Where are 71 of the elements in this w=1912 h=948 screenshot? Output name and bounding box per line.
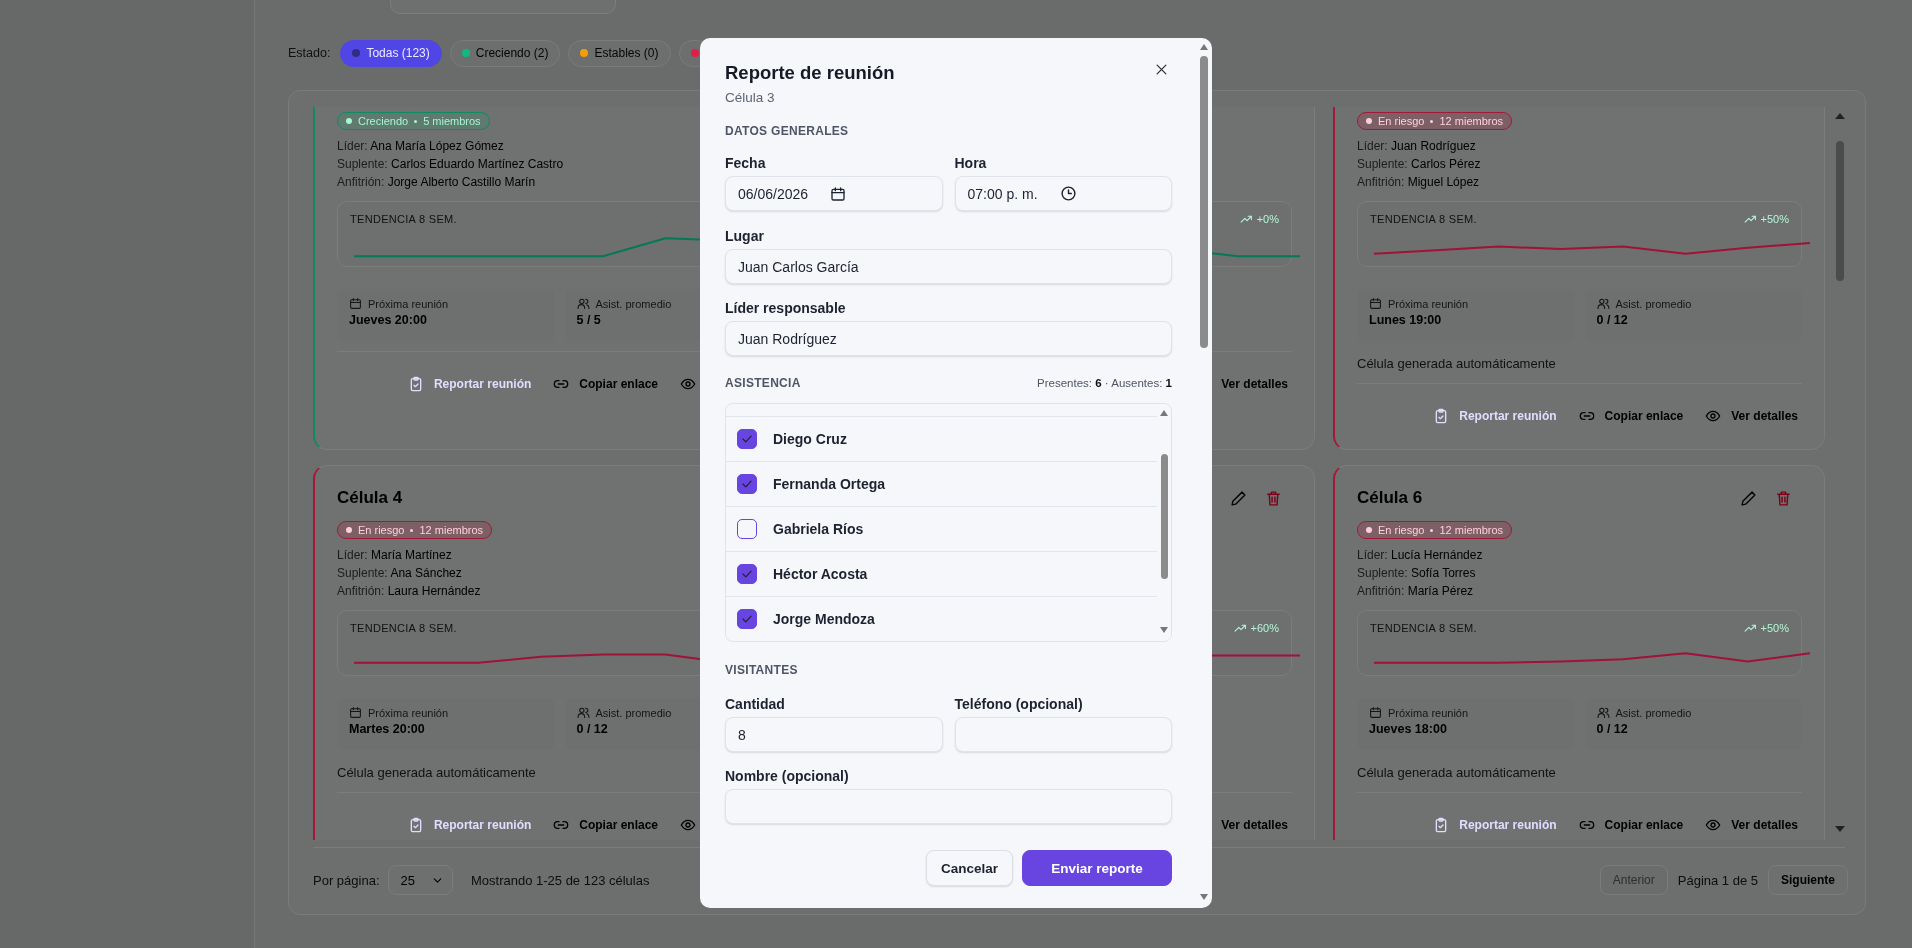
stat-value: Martes 20:00 bbox=[349, 722, 425, 736]
card-description: Célula generada automáticamente bbox=[1357, 355, 1556, 373]
section-heading: ASISTENCIA bbox=[725, 375, 801, 391]
status-label: Creciendo bbox=[358, 115, 409, 127]
trend-label: TENDENCIA 8 SEM. bbox=[350, 622, 457, 634]
member-name: Jorge Mendoza bbox=[773, 611, 875, 627]
member-name: Diego Cruz bbox=[773, 431, 847, 447]
field-label: Lugar bbox=[725, 227, 764, 245]
stat-value: Jueves 18:00 bbox=[1369, 722, 1447, 736]
page-indicator: Página 1 de 5 bbox=[1677, 872, 1758, 888]
stat-label: Asist. promedio bbox=[1615, 706, 1692, 719]
attendance-summary: Presentes: 6 · Ausentes: 1 bbox=[1037, 377, 1172, 389]
member-count: 12 miembros bbox=[1439, 524, 1504, 536]
stat-value: Lunes 19:00 bbox=[1369, 313, 1442, 327]
stat-value: 0 / 12 bbox=[1596, 313, 1628, 327]
stat-value: Jueves 20:00 bbox=[349, 313, 427, 327]
status-label: En riesgo bbox=[1378, 524, 1425, 536]
stat-label: Asist. promedio bbox=[595, 297, 672, 310]
section-heading: DATOS GENERALES bbox=[725, 123, 849, 139]
card-description: Célula generada automáticamente bbox=[337, 764, 536, 782]
person-line: Suplente: Carlos Eduardo Martínez Castro bbox=[337, 156, 564, 173]
per-page-label: Por página: bbox=[313, 872, 380, 888]
trend-change: +0% bbox=[1256, 213, 1279, 225]
person-line: Suplente: Carlos Pérez bbox=[1357, 156, 1481, 173]
field-label: Fecha bbox=[725, 154, 766, 172]
field-label: Cantidad bbox=[725, 695, 785, 713]
person-line: Líder: Lucía Hernández bbox=[1357, 547, 1483, 564]
stat-value: 0 / 12 bbox=[1596, 722, 1628, 736]
stat-label: Asist. promedio bbox=[595, 706, 672, 719]
stat-label: Asist. promedio bbox=[1615, 297, 1692, 310]
person-line: Anfitrión: Laura Hernández bbox=[337, 583, 481, 600]
stat-label: Próxima reunión bbox=[368, 297, 449, 310]
trend-change: +50% bbox=[1760, 622, 1789, 634]
person-line: Anfitrión: Miguel López bbox=[1357, 174, 1480, 191]
stat-label: Próxima reunión bbox=[1388, 706, 1469, 719]
member-name: Héctor Acosta bbox=[773, 566, 868, 582]
member-name: Fernanda Ortega bbox=[773, 476, 886, 492]
field-label: Teléfono (opcional) bbox=[954, 695, 1083, 713]
person-line: Líder: Ana María López Gómez bbox=[337, 138, 504, 155]
trend-change: +50% bbox=[1760, 213, 1789, 225]
field-label: Nombre (opcional) bbox=[725, 767, 849, 785]
results-summary: Mostrando 1-25 de 123 células bbox=[470, 872, 650, 888]
person-line: Suplente: Sofía Torres bbox=[1357, 565, 1476, 582]
person-line: Anfitrión: María Pérez bbox=[1357, 583, 1474, 600]
card-title: Célula 6 bbox=[1357, 488, 1423, 508]
stat-label: Próxima reunión bbox=[1388, 297, 1469, 310]
section-heading: VISITANTES bbox=[725, 662, 798, 678]
dialog-subtitle: Célula 3 bbox=[725, 89, 775, 107]
card-title: Célula 4 bbox=[337, 488, 403, 508]
stat-value: 0 / 12 bbox=[576, 722, 608, 736]
field-label: Líder responsable bbox=[725, 299, 846, 317]
field-label: Hora bbox=[954, 154, 987, 172]
member-count: 5 miembros bbox=[423, 115, 481, 127]
member-name: Gabriela Ríos bbox=[773, 521, 864, 537]
trend-label: TENDENCIA 8 SEM. bbox=[1370, 622, 1477, 634]
status-label: En riesgo bbox=[1378, 115, 1425, 127]
member-count: 12 miembros bbox=[1439, 115, 1504, 127]
person-line: Líder: Juan Rodríguez bbox=[1357, 138, 1476, 155]
trend-label: TENDENCIA 8 SEM. bbox=[1370, 213, 1477, 225]
status-label: En riesgo bbox=[358, 524, 405, 536]
trend-label: TENDENCIA 8 SEM. bbox=[350, 213, 457, 225]
card-description: Célula generada automáticamente bbox=[1357, 764, 1556, 782]
person-line: Suplente: Ana Sánchez bbox=[337, 565, 462, 582]
trend-change: +60% bbox=[1250, 622, 1279, 634]
person-line: Anfitrión: Jorge Alberto Castillo Marín bbox=[337, 174, 536, 191]
stat-value: 5 / 5 bbox=[576, 313, 601, 327]
person-line: Líder: María Martínez bbox=[337, 547, 452, 564]
filter-label: Estado: bbox=[288, 46, 331, 60]
dialog-title: Reporte de reunión bbox=[725, 61, 895, 85]
member-count: 12 miembros bbox=[419, 524, 484, 536]
stat-label: Próxima reunión bbox=[368, 706, 449, 719]
